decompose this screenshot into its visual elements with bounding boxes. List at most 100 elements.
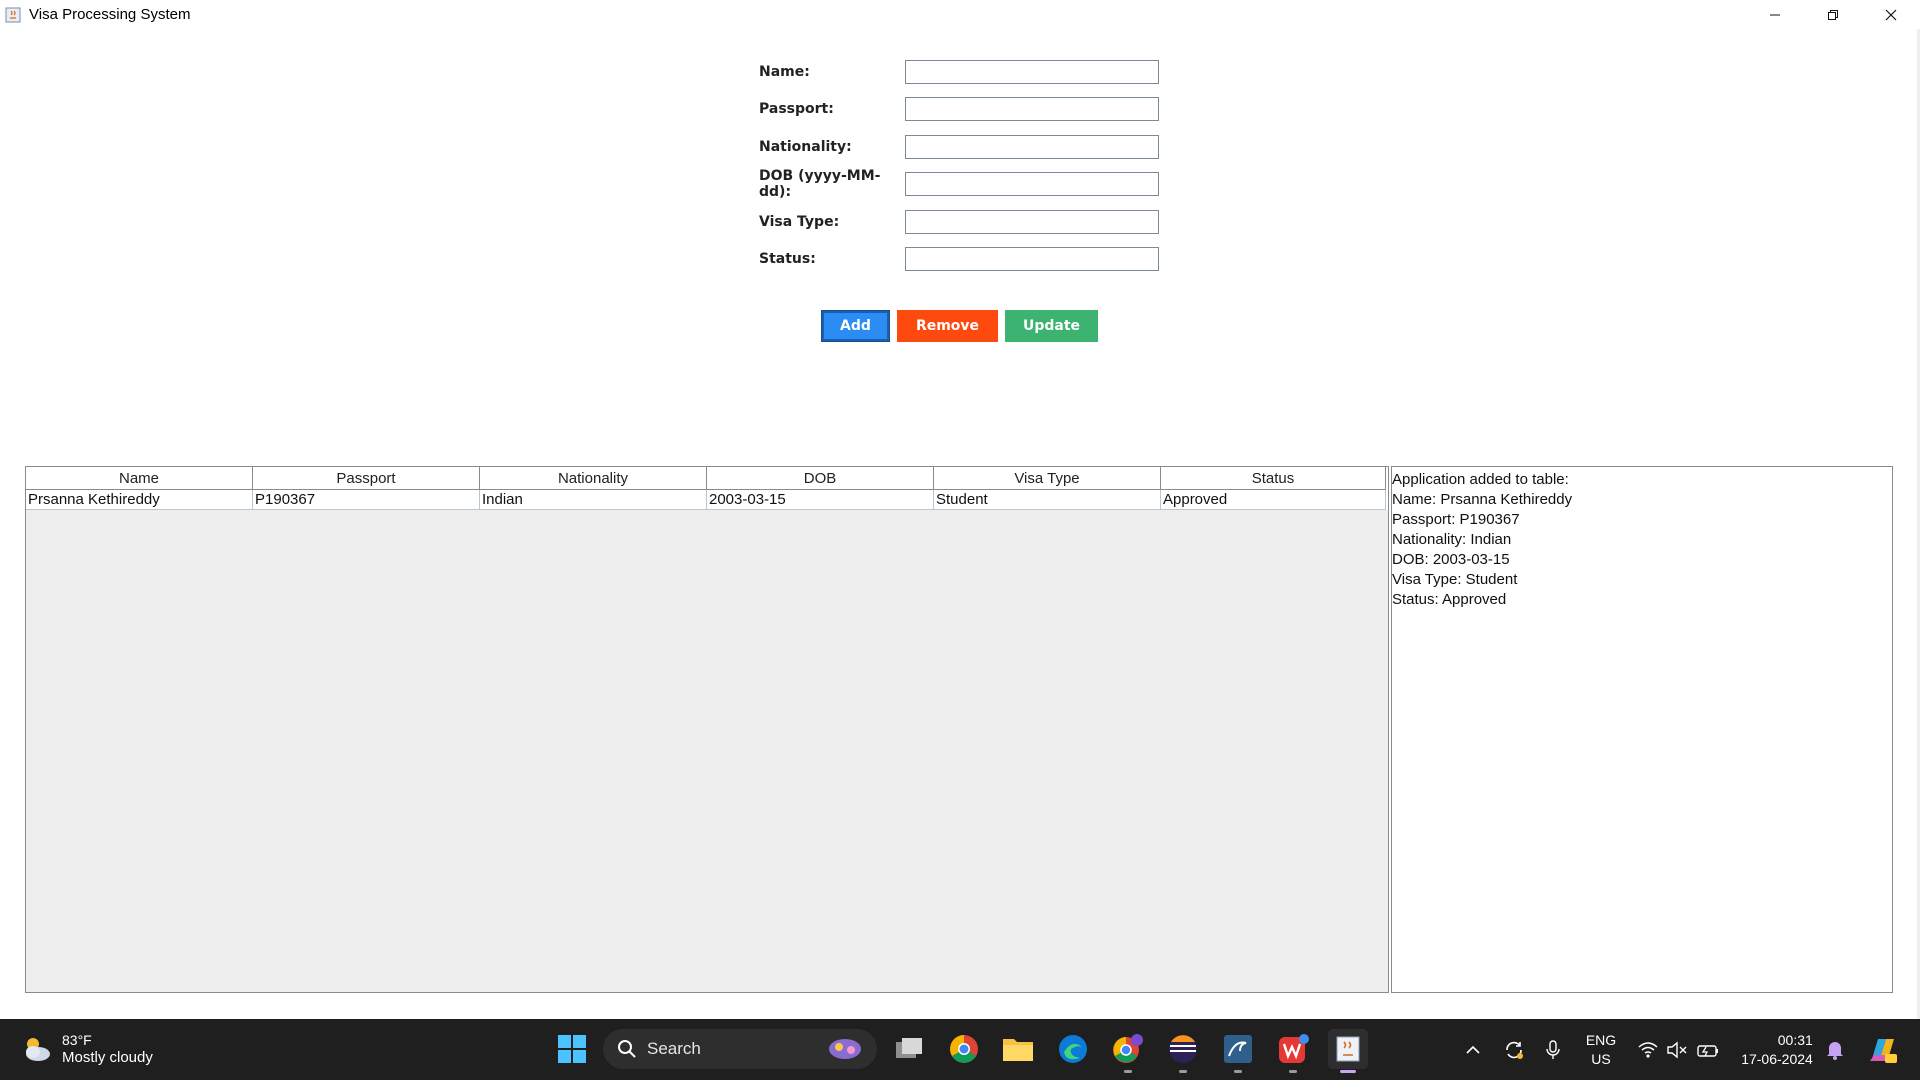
volume-muted-icon bbox=[1667, 1041, 1687, 1058]
log-line: Status: Approved bbox=[1392, 591, 1507, 608]
restore-icon bbox=[1828, 9, 1838, 20]
nationality-input[interactable] bbox=[905, 135, 1159, 159]
sync-tray-button[interactable] bbox=[1500, 1019, 1528, 1080]
form-row-nationality: Nationality: bbox=[759, 135, 1159, 159]
copilot-icon bbox=[1870, 1038, 1897, 1063]
minimize-button[interactable] bbox=[1746, 0, 1804, 29]
log-line: Nationality: Indian bbox=[1392, 531, 1512, 548]
dob-input[interactable] bbox=[905, 172, 1159, 196]
column-header-visa-type[interactable]: Visa Type bbox=[934, 467, 1161, 490]
region-code: US bbox=[1591, 1050, 1611, 1067]
weather-widget[interactable]: 83°F Mostly cloudy bbox=[20, 1031, 153, 1067]
java-icon bbox=[1336, 1036, 1360, 1062]
folder-icon bbox=[1003, 1039, 1033, 1061]
passport-input[interactable] bbox=[905, 97, 1159, 121]
passport-label: Passport: bbox=[759, 101, 834, 117]
wifi-icon bbox=[1638, 1041, 1658, 1058]
task-view-button[interactable] bbox=[889, 1029, 929, 1069]
table-cell[interactable]: Student bbox=[934, 490, 1161, 510]
taskbar-eclipse[interactable] bbox=[1163, 1029, 1203, 1073]
add-button[interactable]: Add bbox=[821, 310, 890, 342]
log-line: Visa Type: Student bbox=[1392, 571, 1518, 588]
column-header-nationality[interactable]: Nationality bbox=[480, 467, 707, 490]
name-input[interactable] bbox=[905, 60, 1159, 84]
column-header-dob[interactable]: DOB bbox=[707, 467, 934, 490]
weather-description: Mostly cloudy bbox=[62, 1049, 153, 1066]
weather-temperature: 83°F bbox=[62, 1032, 92, 1048]
nationality-label: Nationality: bbox=[759, 139, 852, 155]
table-cell[interactable]: Prsanna Kethireddy bbox=[26, 490, 253, 510]
taskbar-mysql-workbench[interactable] bbox=[1218, 1029, 1258, 1073]
battery-charging-icon bbox=[1697, 1044, 1718, 1057]
taskbar-search[interactable]: Search bbox=[603, 1029, 877, 1069]
battery-tray-button[interactable] bbox=[1694, 1019, 1722, 1080]
table-cell[interactable]: P190367 bbox=[253, 490, 480, 510]
bell-icon bbox=[1827, 1041, 1843, 1060]
visa-type-label: Visa Type: bbox=[759, 214, 840, 230]
table-cell[interactable]: Indian bbox=[480, 490, 707, 510]
wifi-tray-button[interactable] bbox=[1635, 1019, 1661, 1080]
close-button[interactable] bbox=[1862, 0, 1920, 29]
log-text-area[interactable]: Application added to table: Name: Prsann… bbox=[1391, 466, 1893, 993]
column-header-name[interactable]: Name bbox=[26, 467, 253, 490]
microphone-icon bbox=[1546, 1039, 1560, 1059]
form-row-passport: Passport: bbox=[759, 97, 1159, 121]
log-line: Passport: P190367 bbox=[1392, 511, 1520, 528]
window-title: Visa Processing System bbox=[29, 6, 191, 23]
sync-icon bbox=[1506, 1041, 1523, 1059]
taskbar-wps-office[interactable] bbox=[1273, 1029, 1313, 1073]
show-hidden-icons-button[interactable] bbox=[1460, 1019, 1486, 1080]
notifications-button[interactable] bbox=[1822, 1019, 1848, 1080]
chrome-icon bbox=[950, 1035, 978, 1063]
cloudy-weather-icon bbox=[26, 1038, 50, 1061]
dob-label: DOB (yyyy-MM-dd): bbox=[759, 168, 881, 200]
visa-type-input[interactable] bbox=[905, 210, 1159, 234]
table-cell[interactable]: 2003-03-15 bbox=[707, 490, 934, 510]
windows-logo-icon bbox=[558, 1035, 586, 1063]
table-cell[interactable]: Approved bbox=[1161, 490, 1386, 510]
chrome-profile-icon bbox=[1113, 1034, 1143, 1063]
table-header: Name Passport Nationality DOB Visa Type … bbox=[26, 467, 1388, 490]
taskbar-file-explorer[interactable] bbox=[998, 1029, 1038, 1069]
taskbar-edge[interactable] bbox=[1053, 1029, 1093, 1069]
microphone-tray-button[interactable] bbox=[1541, 1019, 1565, 1080]
edge-icon bbox=[1059, 1035, 1087, 1063]
restore-button[interactable] bbox=[1804, 0, 1862, 29]
table-row[interactable]: Prsanna Kethireddy P190367 Indian 2003-0… bbox=[26, 490, 1388, 510]
log-line: Name: Prsanna Kethireddy bbox=[1392, 491, 1573, 508]
language-indicator[interactable]: ENG US bbox=[1578, 1019, 1624, 1080]
taskbar-chrome[interactable] bbox=[944, 1029, 984, 1069]
task-view-icon bbox=[896, 1038, 922, 1058]
search-label: Search bbox=[647, 1039, 701, 1058]
applications-table[interactable]: Name Passport Nationality DOB Visa Type … bbox=[25, 466, 1389, 993]
minimize-icon bbox=[1770, 14, 1780, 15]
log-line: Application added to table: bbox=[1392, 471, 1569, 488]
form-row-visa-type: Visa Type: bbox=[759, 210, 1159, 234]
taskbar-chrome-profile[interactable] bbox=[1108, 1029, 1148, 1073]
copilot-button[interactable] bbox=[1862, 1019, 1902, 1080]
wps-office-icon bbox=[1279, 1034, 1309, 1063]
clock[interactable]: 00:31 17-06-2024 bbox=[1734, 1019, 1820, 1080]
search-highlight-icon bbox=[829, 1039, 861, 1059]
title-bar: Visa Processing System bbox=[0, 0, 1920, 29]
status-input[interactable] bbox=[905, 247, 1159, 271]
mysql-workbench-icon bbox=[1224, 1035, 1252, 1063]
column-header-status[interactable]: Status bbox=[1161, 467, 1386, 490]
chevron-up-icon bbox=[1466, 1045, 1480, 1054]
language-code: ENG bbox=[1585, 1031, 1617, 1048]
taskbar: 83°F Mostly cloudy Search ENG US 00:31 1… bbox=[0, 1019, 1920, 1080]
search-icon bbox=[618, 1040, 636, 1058]
remove-button[interactable]: Remove bbox=[897, 310, 998, 342]
log-line: DOB: 2003-03-15 bbox=[1392, 551, 1510, 568]
form-row-name: Name: bbox=[759, 60, 1159, 84]
eclipse-icon bbox=[1169, 1035, 1197, 1063]
form-row-dob: DOB (yyyy-MM-dd): bbox=[759, 168, 1159, 200]
close-icon bbox=[1885, 9, 1897, 20]
volume-tray-button[interactable] bbox=[1664, 1019, 1690, 1080]
taskbar-java-app[interactable] bbox=[1328, 1029, 1368, 1073]
clock-time: 00:31 bbox=[1777, 1031, 1813, 1048]
java-app-icon bbox=[4, 6, 22, 24]
column-header-passport[interactable]: Passport bbox=[253, 467, 480, 490]
update-button[interactable]: Update bbox=[1005, 310, 1098, 342]
start-button[interactable] bbox=[552, 1029, 592, 1069]
